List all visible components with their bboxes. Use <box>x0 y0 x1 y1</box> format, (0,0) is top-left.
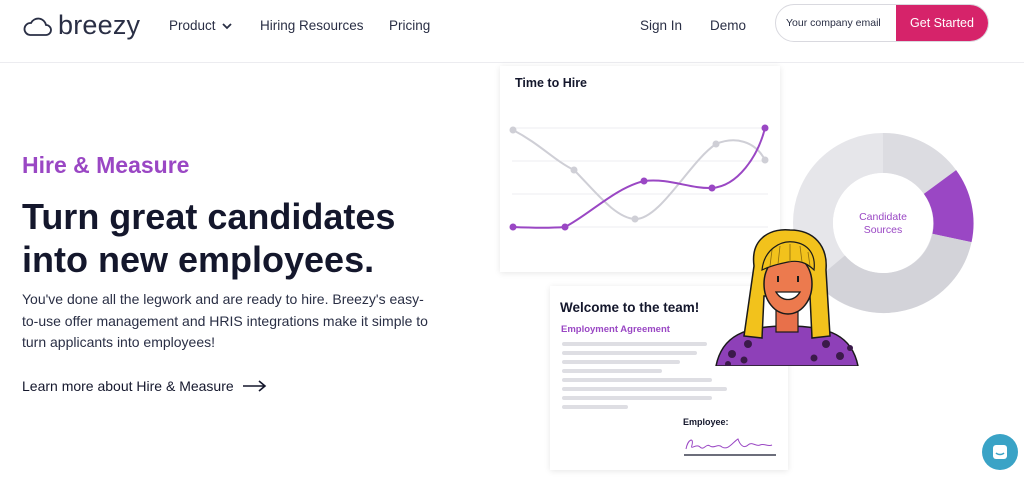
employee-label: Employee: <box>683 417 729 427</box>
welcome-title: Welcome to the team! <box>560 300 700 315</box>
brand-logo[interactable]: breezy <box>22 10 140 41</box>
chat-widget-button[interactable] <box>982 434 1018 470</box>
signup-form: Get Started <box>775 4 989 42</box>
brand-name: breezy <box>58 10 141 40</box>
section-eyebrow: Hire & Measure <box>22 152 190 178</box>
chat-icon <box>993 445 1007 459</box>
nav-demo[interactable]: Demo <box>710 18 746 33</box>
hero-description: You've done all the legwork and are read… <box>22 291 428 350</box>
text-placeholder-line <box>562 351 697 355</box>
signature-image <box>684 438 776 456</box>
text-placeholder-line <box>562 342 707 346</box>
nav-sign-in[interactable]: Sign In <box>640 18 682 33</box>
hero-headline: Turn great candidates into new employees… <box>22 196 396 280</box>
nav-product[interactable]: Product <box>169 18 232 33</box>
text-placeholder-line <box>562 378 712 382</box>
nav-hiring-resources[interactable]: Hiring Resources <box>260 18 364 33</box>
text-placeholder-line <box>562 396 712 400</box>
nav-pricing[interactable]: Pricing <box>389 18 430 33</box>
text-placeholder-line <box>562 369 662 373</box>
text-placeholder-line <box>562 360 680 364</box>
site-header: breezy Product Hiring Resources Pricing … <box>0 0 1024 63</box>
arrow-right-icon <box>242 380 266 392</box>
text-placeholder-line <box>562 387 727 391</box>
chevron-down-icon <box>221 22 232 29</box>
learn-more-link[interactable]: Learn more about Hire & Measure <box>22 378 268 394</box>
get-started-button[interactable]: Get Started <box>896 5 988 41</box>
employee-portrait-illustration <box>715 228 859 366</box>
cloud-logo-icon <box>23 17 52 36</box>
learn-more-label: Learn more about Hire & Measure <box>22 378 234 394</box>
company-email-input[interactable] <box>776 5 906 41</box>
text-placeholder-line <box>562 405 628 409</box>
nav-product-label: Product <box>169 18 216 33</box>
employment-agreement-label: Employment Agreement <box>561 324 670 335</box>
